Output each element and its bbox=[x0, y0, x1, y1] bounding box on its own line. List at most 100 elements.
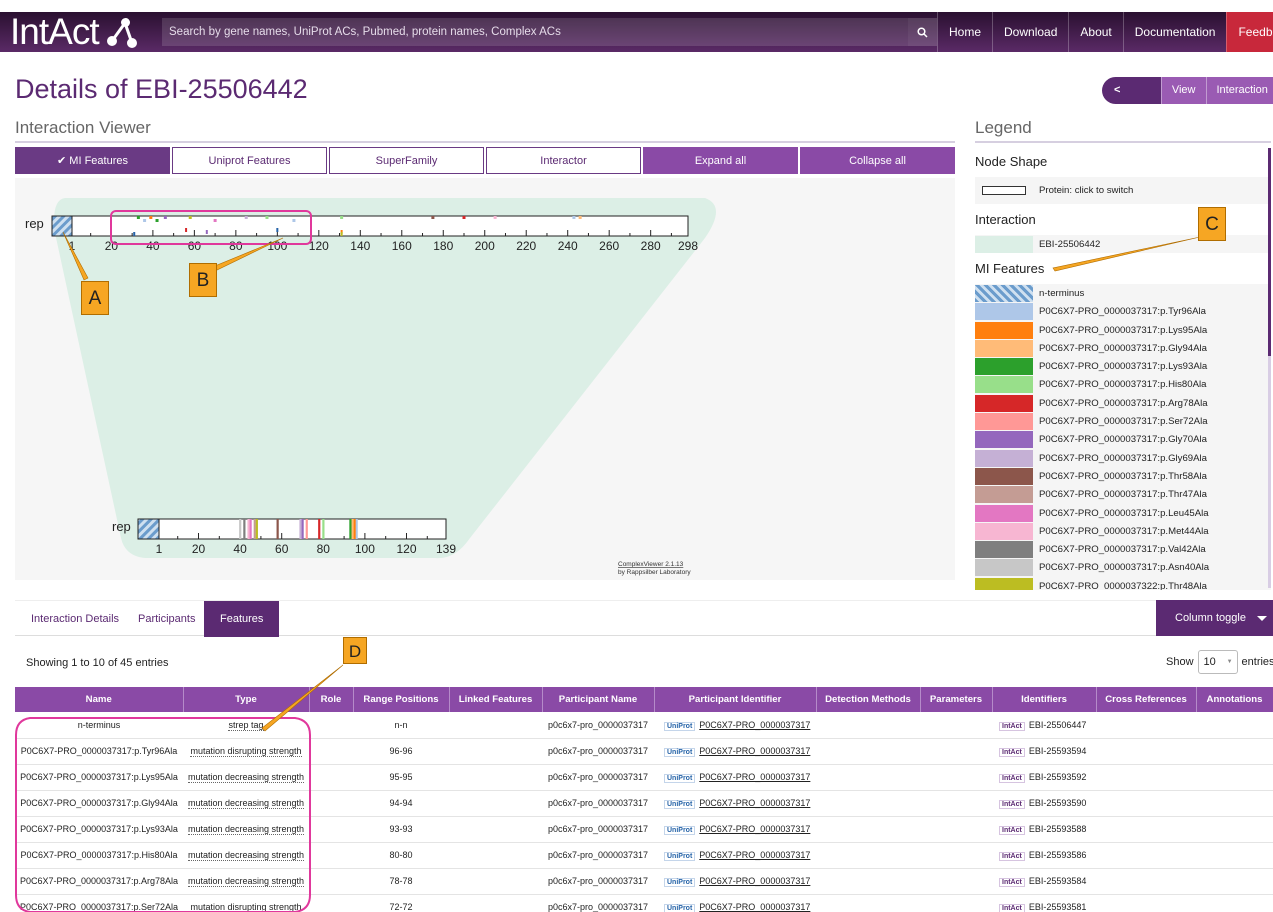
feature-mark[interactable] bbox=[299, 519, 302, 539]
feature-mark[interactable] bbox=[244, 216, 248, 219]
feature-type[interactable]: mutation disrupting strength bbox=[183, 738, 309, 765]
table-row[interactable]: P0C6X7-PRO_0000037317:p.His80Ala mutation… bbox=[15, 842, 1273, 869]
identifier-value[interactable]: EBI-25593581 bbox=[1029, 902, 1087, 912]
tab-interaction-details[interactable]: Interaction Details bbox=[31, 601, 119, 637]
tab-uniprot-features[interactable]: Uniprot Features bbox=[172, 147, 327, 174]
participant-identifier-link[interactable]: P0C6X7-PRO_0000037317 bbox=[699, 772, 810, 782]
column-header[interactable]: Cross References bbox=[1096, 687, 1197, 712]
column-header[interactable]: Participant Identifier bbox=[654, 687, 817, 712]
credit-line-1[interactable]: ComplexViewer 2.1.13 bbox=[618, 561, 684, 568]
feature-mark[interactable] bbox=[133, 232, 136, 236]
column-header[interactable]: Range Positions bbox=[353, 687, 450, 712]
legend-scrollbar[interactable] bbox=[1268, 148, 1271, 588]
participant-identifier-link[interactable]: P0C6X7-PRO_0000037317 bbox=[699, 902, 810, 912]
feature-type[interactable]: mutation decreasing strength bbox=[183, 868, 309, 895]
column-toggle-button[interactable]: Column toggle bbox=[1156, 600, 1273, 636]
identifier-value[interactable]: EBI-25593584 bbox=[1029, 876, 1087, 886]
feature-mark[interactable] bbox=[149, 216, 153, 219]
identifier-value[interactable]: EBI-25593586 bbox=[1029, 850, 1087, 860]
column-header[interactable]: Name bbox=[15, 687, 184, 712]
intact-logo[interactable]: IntAct bbox=[10, 11, 141, 52]
table-row[interactable]: P0C6X7-PRO_0000037317:p.Gly94Ala mutation… bbox=[15, 790, 1273, 817]
feature-type[interactable]: mutation decreasing strength bbox=[183, 816, 309, 843]
participant-identifier-link[interactable]: P0C6X7-PRO_0000037317 bbox=[699, 798, 810, 808]
column-header[interactable]: Role bbox=[309, 687, 354, 712]
feature-mark[interactable] bbox=[205, 230, 208, 234]
feature-type-link[interactable]: mutation decreasing strength bbox=[187, 824, 305, 835]
feature-mark[interactable] bbox=[353, 519, 356, 539]
protein-label[interactable]: rep bbox=[25, 216, 44, 231]
nav-feedback[interactable]: Feedback ↗ bbox=[1226, 12, 1273, 52]
complex-viewer-canvas[interactable]: rep1 20 40 60 80 100 120 140 160 180 200 220 240 260 2… bbox=[15, 178, 955, 580]
nav-documentation[interactable]: Documentation bbox=[1122, 12, 1227, 52]
feature-type[interactable]: mutation disrupting strength bbox=[183, 894, 309, 912]
protein-bar[interactable] bbox=[137, 518, 447, 540]
feature-mark[interactable] bbox=[355, 519, 358, 539]
column-header[interactable]: Parameters bbox=[920, 687, 993, 712]
identifier-value[interactable]: EBI-25506447 bbox=[1029, 720, 1087, 730]
feature-mark[interactable] bbox=[136, 216, 140, 219]
identifier-value[interactable]: EBI-25593590 bbox=[1029, 798, 1087, 808]
feature-type[interactable]: mutation decreasing strength bbox=[183, 764, 309, 791]
feature-mark[interactable] bbox=[462, 216, 466, 219]
participant-identifier-link[interactable]: P0C6X7-PRO_0000037317 bbox=[699, 720, 810, 730]
feature-mark[interactable] bbox=[431, 216, 435, 219]
feature-mark[interactable] bbox=[301, 519, 304, 539]
column-header[interactable]: Detection Methods bbox=[816, 687, 921, 712]
nav-download[interactable]: Download bbox=[992, 12, 1068, 52]
protein-label[interactable]: rep bbox=[112, 519, 131, 534]
column-header[interactable]: Annotations bbox=[1196, 687, 1273, 712]
feature-mark[interactable] bbox=[322, 519, 325, 539]
interaction-button[interactable]: Interaction bbox=[1205, 77, 1273, 104]
feature-mark[interactable] bbox=[155, 219, 159, 222]
nav-about[interactable]: About bbox=[1068, 12, 1122, 52]
feature-type-link[interactable]: mutation decreasing strength bbox=[187, 772, 305, 783]
feature-mark[interactable] bbox=[340, 216, 344, 219]
feature-mark[interactable] bbox=[243, 519, 246, 539]
node-shape-row[interactable]: Protein: click to switch bbox=[975, 177, 1271, 204]
feature-mark[interactable] bbox=[276, 519, 279, 539]
tab-features[interactable]: Features bbox=[204, 601, 280, 637]
feature-mark[interactable] bbox=[318, 519, 321, 539]
feature-mark[interactable] bbox=[239, 519, 242, 539]
table-row[interactable]: P0C6X7-PRO_0000037317:p.Ser72Ala mutation… bbox=[15, 894, 1273, 912]
search-input[interactable]: Search by gene names, UniProt ACs, Pubme… bbox=[162, 18, 908, 46]
feature-mark[interactable] bbox=[276, 228, 279, 232]
table-row[interactable]: P0C6X7-PRO_0000037317:p.Arg78Ala mutation… bbox=[15, 868, 1273, 895]
feature-type[interactable]: strep tag bbox=[183, 712, 309, 739]
table-row[interactable]: P0C6X7-PRO_0000037317:p.Tyr96Ala mutation… bbox=[15, 738, 1273, 765]
identifier-value[interactable]: EBI-25593592 bbox=[1029, 772, 1087, 782]
feature-mark[interactable] bbox=[143, 219, 147, 222]
participant-identifier-link[interactable]: P0C6X7-PRO_0000037317 bbox=[699, 850, 810, 860]
protein-bar[interactable] bbox=[51, 215, 689, 237]
feature-mark[interactable] bbox=[185, 228, 188, 232]
table-row[interactable]: P0C6X7-PRO_0000037317:p.Lys93Ala mutation… bbox=[15, 816, 1273, 843]
participant-identifier-link[interactable]: P0C6X7-PRO_0000037317 bbox=[699, 824, 810, 834]
export-button[interactable]: < Export bbox=[1102, 77, 1161, 123]
feature-mark[interactable] bbox=[163, 216, 167, 219]
interaction-viewer[interactable]: rep 1 20 40 60 80 100 120 140 160 180 200 220 240 260 2… bbox=[15, 178, 955, 580]
view-button[interactable]: View bbox=[1160, 77, 1206, 104]
feature-type-link[interactable]: mutation decreasing strength bbox=[187, 876, 305, 887]
feature-mark[interactable] bbox=[253, 519, 256, 539]
feature-type[interactable]: mutation decreasing strength bbox=[183, 790, 309, 817]
feature-mark[interactable] bbox=[493, 216, 497, 219]
feature-mark[interactable] bbox=[213, 219, 217, 222]
legend-scrollbar-thumb[interactable] bbox=[1268, 148, 1271, 356]
collapse-all-button[interactable]: Collapse all bbox=[800, 147, 955, 174]
feature-mark[interactable] bbox=[255, 519, 258, 539]
n-terminus-feature[interactable] bbox=[137, 518, 160, 540]
n-terminus-feature[interactable] bbox=[51, 215, 73, 237]
feature-mark[interactable] bbox=[247, 519, 250, 539]
identifier-value[interactable]: EBI-25593594 bbox=[1029, 746, 1087, 756]
feature-mark[interactable] bbox=[265, 216, 269, 219]
feature-mark[interactable] bbox=[188, 216, 192, 219]
feature-type-link[interactable]: mutation disrupting strength bbox=[190, 746, 302, 757]
feature-mark[interactable] bbox=[351, 519, 354, 539]
feature-mark[interactable] bbox=[340, 232, 343, 236]
feature-mark[interactable] bbox=[292, 219, 296, 222]
column-header[interactable]: Type bbox=[183, 687, 310, 712]
column-header[interactable]: Participant Name bbox=[542, 687, 655, 712]
tab-superfamily[interactable]: SuperFamily bbox=[329, 147, 484, 174]
tab-interactor[interactable]: Interactor bbox=[486, 147, 641, 174]
